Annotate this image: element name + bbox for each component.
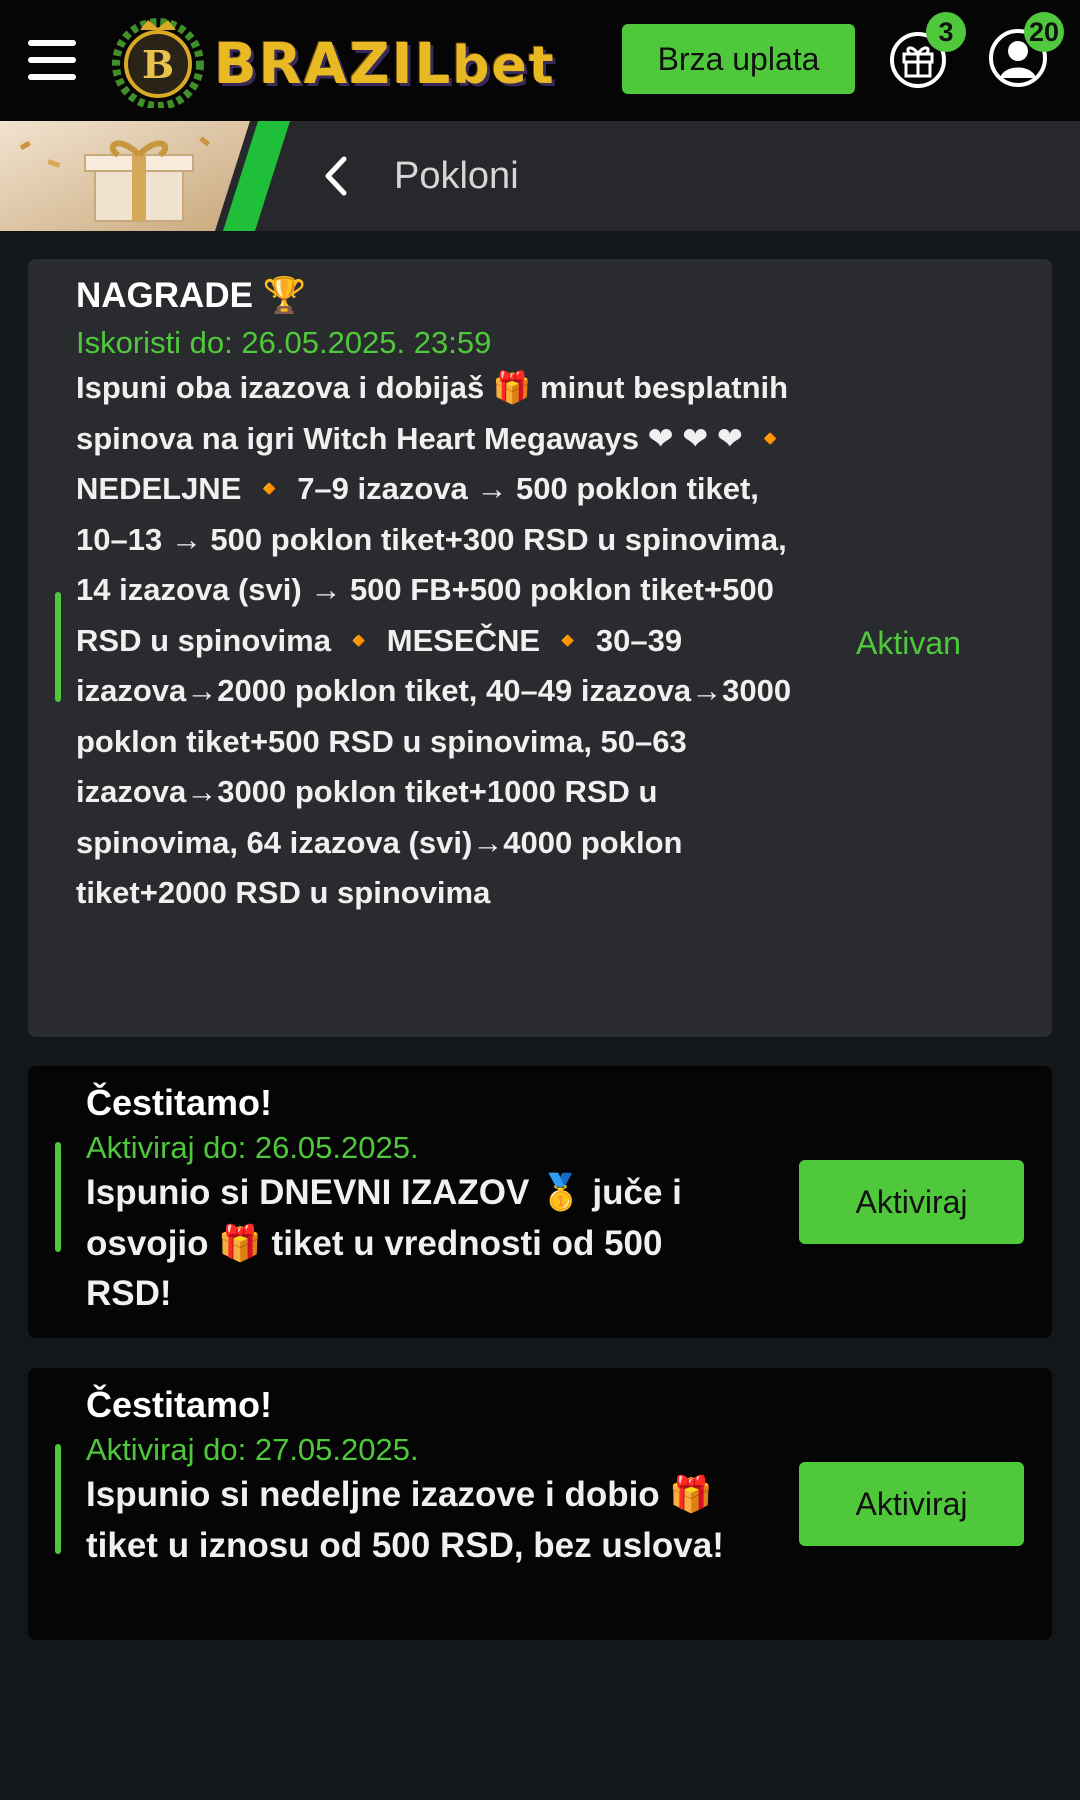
accent-bar (55, 1444, 61, 1554)
page-title: Pokloni (394, 155, 519, 197)
logo-text: BRAZILbet (214, 32, 556, 97)
reward-card: NAGRADE 🏆 Iskoristi do: 26.05.2025. 23:5… (28, 259, 1052, 1037)
brand-logo[interactable]: B BRAZILbet (110, 16, 570, 108)
card-title: Čestitamo! (86, 1384, 273, 1425)
card-expiry-date: Aktiviraj do: 27.05.2025. (86, 1432, 419, 1467)
card-title: Čestitamo! (86, 1082, 273, 1123)
card-expiry-date: Aktiviraj do: 26.05.2025. (86, 1130, 419, 1165)
user-count-badge: 20 (1024, 12, 1064, 52)
gift-count-badge: 3 (926, 12, 966, 52)
card-expiry-date: Iskoristi do: 26.05.2025. 23:59 (76, 325, 492, 360)
logo-emblem-icon: B (112, 18, 204, 108)
chevron-left-icon[interactable] (318, 151, 354, 201)
card-description: Ispuni oba izazova i dobijaš 🎁 minut bes… (76, 370, 792, 910)
reward-card: Čestitamo! Aktiviraj do: 26.05.2025. Isp… (28, 1066, 1052, 1338)
page-header: Pokloni (0, 121, 1080, 231)
activate-button[interactable]: Aktiviraj (799, 1462, 1024, 1546)
status-label: Aktivan (856, 625, 961, 661)
card-description: Ispunio si DNEVNI IZAZOV 🥇 juče i osvoji… (86, 1173, 682, 1313)
top-bar: B BRAZILbet Brza uplata 3 20 (0, 0, 1080, 121)
card-title: NAGRADE 🏆 (76, 276, 307, 315)
quick-deposit-button[interactable]: Brza uplata (622, 24, 855, 94)
activate-button[interactable]: Aktiviraj (799, 1160, 1024, 1244)
hamburger-icon[interactable] (28, 40, 76, 80)
svg-text:B: B (142, 42, 174, 87)
card-description: Ispunio si nedeljne izazove i dobio 🎁 ti… (86, 1475, 724, 1565)
reward-card: Čestitamo! Aktiviraj do: 27.05.2025. Isp… (28, 1368, 1052, 1640)
accent-bar (55, 592, 61, 702)
gift-banner-image (0, 121, 290, 231)
accent-bar (55, 1142, 61, 1252)
